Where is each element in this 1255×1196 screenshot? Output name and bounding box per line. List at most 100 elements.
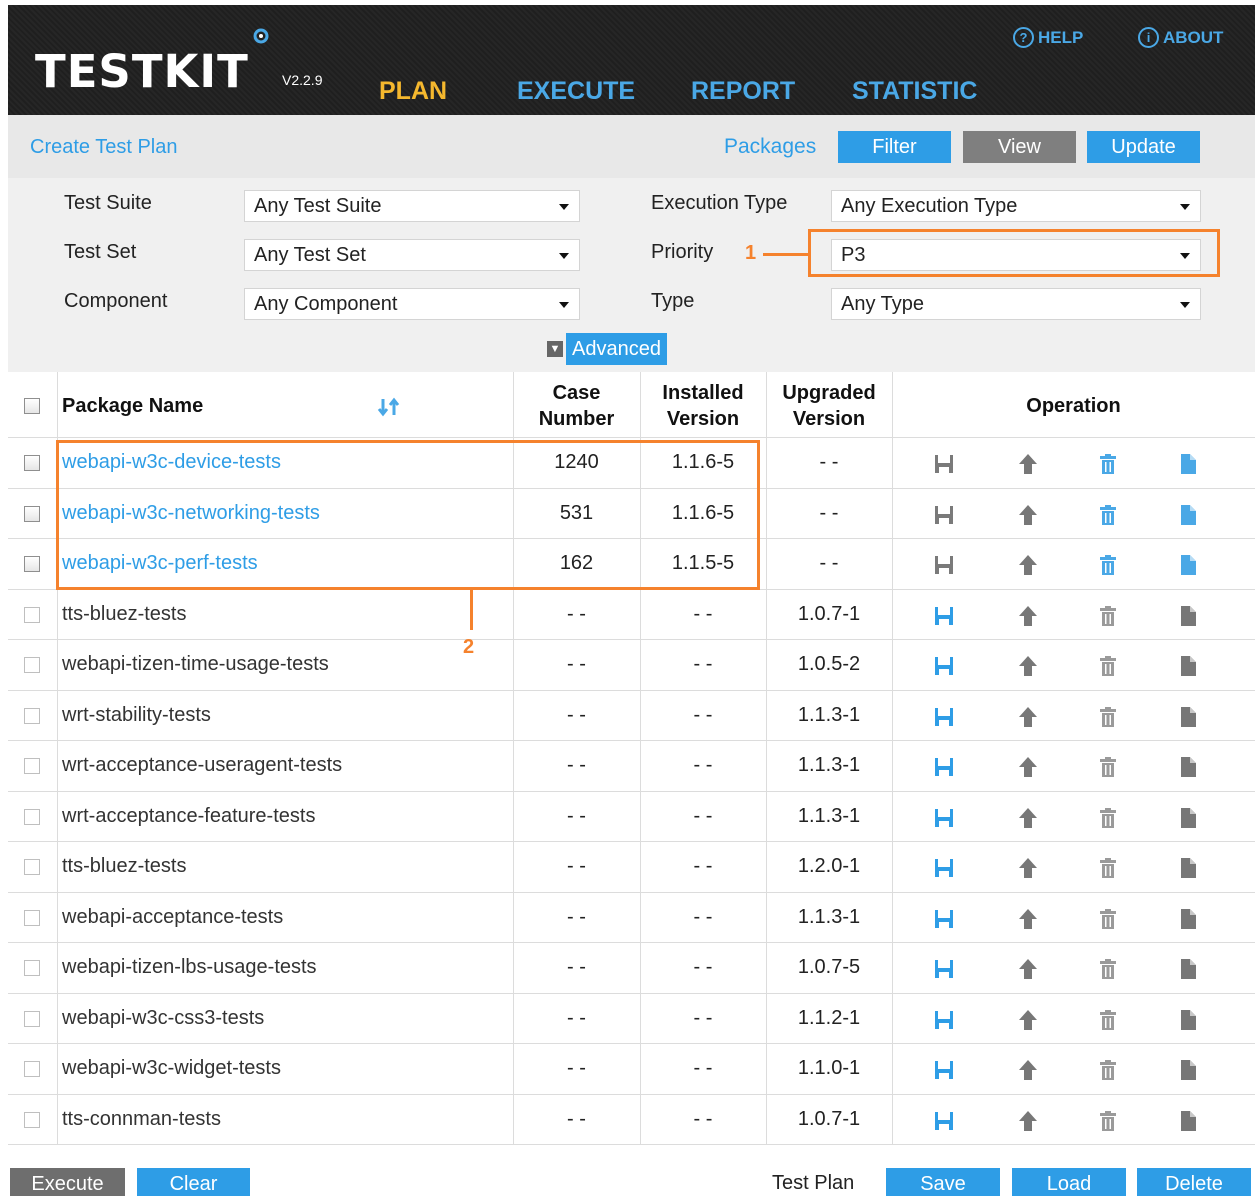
row-checkbox[interactable] xyxy=(24,1010,40,1027)
trash-icon[interactable] xyxy=(1096,705,1120,729)
row-checkbox[interactable] xyxy=(24,657,40,673)
document-icon[interactable] xyxy=(1176,452,1200,476)
install-icon[interactable] xyxy=(932,755,956,779)
trash-icon[interactable] xyxy=(1096,1109,1120,1133)
sort-icon[interactable] xyxy=(377,397,401,417)
row-checkbox[interactable] xyxy=(24,808,40,825)
document-icon[interactable] xyxy=(1176,553,1200,577)
install-icon[interactable] xyxy=(932,654,956,678)
upgrade-icon[interactable] xyxy=(1016,755,1040,779)
install-icon[interactable] xyxy=(932,604,956,628)
document-icon[interactable] xyxy=(1176,654,1200,678)
create-test-plan-link[interactable]: Create Test Plan xyxy=(30,136,178,159)
install-icon[interactable] xyxy=(932,1058,956,1082)
install-icon[interactable] xyxy=(932,503,956,527)
row-checkbox[interactable] xyxy=(24,455,40,471)
filter-button[interactable]: Filter xyxy=(838,131,951,163)
nav-execute[interactable]: EXECUTE xyxy=(517,77,635,106)
upgrade-icon[interactable] xyxy=(1016,553,1040,577)
upgrade-icon[interactable] xyxy=(1016,806,1040,830)
row-checkbox[interactable] xyxy=(24,909,40,926)
install-icon[interactable] xyxy=(932,806,956,830)
advanced-toggle[interactable]: ▼ Advanced xyxy=(547,333,667,365)
upgrade-icon[interactable] xyxy=(1016,1008,1040,1032)
view-button[interactable]: View xyxy=(963,131,1076,163)
document-icon[interactable] xyxy=(1176,755,1200,779)
document-icon[interactable] xyxy=(1176,604,1200,628)
test-set-select[interactable]: Any Test Set xyxy=(244,239,580,271)
upgrade-icon[interactable] xyxy=(1016,604,1040,628)
trash-icon[interactable] xyxy=(1096,907,1120,931)
nav-plan[interactable]: PLAN xyxy=(379,77,447,106)
table-row[interactable]: wrt-acceptance-useragent-tests - - - - 1.1.… xyxy=(8,741,1255,792)
type-select[interactable]: Any Type xyxy=(831,288,1201,320)
component-select[interactable]: Any Component xyxy=(244,288,580,320)
install-icon[interactable] xyxy=(932,907,956,931)
install-icon[interactable] xyxy=(932,957,956,981)
load-plan-button[interactable]: Load xyxy=(1012,1168,1126,1196)
row-checkbox[interactable] xyxy=(24,606,40,623)
upgrade-icon[interactable] xyxy=(1016,957,1040,981)
trash-icon[interactable] xyxy=(1096,503,1120,527)
install-icon[interactable] xyxy=(932,856,956,880)
install-icon[interactable] xyxy=(932,553,956,577)
trash-icon[interactable] xyxy=(1096,755,1120,779)
row-checkbox[interactable] xyxy=(24,556,40,572)
trash-icon[interactable] xyxy=(1096,957,1120,981)
test-suite-select[interactable]: Any Test Suite xyxy=(244,190,580,222)
clear-button[interactable]: Clear xyxy=(137,1168,250,1196)
table-row[interactable]: tts-bluez-tests - - - - 1.2.0-1 xyxy=(8,842,1255,893)
update-button[interactable]: Update xyxy=(1087,131,1200,163)
trash-icon[interactable] xyxy=(1096,806,1120,830)
upgrade-icon[interactable] xyxy=(1016,503,1040,527)
row-checkbox[interactable] xyxy=(24,859,40,875)
trash-icon[interactable] xyxy=(1096,452,1120,476)
document-icon[interactable] xyxy=(1176,1058,1200,1082)
upgrade-icon[interactable] xyxy=(1016,907,1040,931)
trash-icon[interactable] xyxy=(1096,856,1120,880)
trash-icon[interactable] xyxy=(1096,654,1120,678)
execution-type-select[interactable]: Any Execution Type xyxy=(831,190,1201,222)
row-checkbox[interactable] xyxy=(24,1061,40,1077)
document-icon[interactable] xyxy=(1176,1109,1200,1133)
document-icon[interactable] xyxy=(1176,503,1200,527)
nav-statistic[interactable]: STATISTIC xyxy=(852,77,977,106)
document-icon[interactable] xyxy=(1176,806,1200,830)
execute-button[interactable]: Execute xyxy=(10,1168,125,1196)
trash-icon[interactable] xyxy=(1096,553,1120,577)
trash-icon[interactable] xyxy=(1096,1008,1120,1032)
document-icon[interactable] xyxy=(1176,856,1200,880)
save-plan-button[interactable]: Save xyxy=(886,1168,1000,1196)
row-checkbox[interactable] xyxy=(24,758,40,774)
help-link[interactable]: ? HELP xyxy=(1013,27,1083,48)
table-row[interactable]: webapi-w3c-widget-tests - - - - 1.1.0-1 xyxy=(8,1044,1255,1095)
document-icon[interactable] xyxy=(1176,1008,1200,1032)
delete-plan-button[interactable]: Delete xyxy=(1137,1168,1251,1196)
table-row[interactable]: webapi-tizen-time-usage-tests - - - - 1.0.5… xyxy=(8,640,1255,691)
trash-icon[interactable] xyxy=(1096,1058,1120,1082)
upgrade-icon[interactable] xyxy=(1016,452,1040,476)
upgrade-icon[interactable] xyxy=(1016,1058,1040,1082)
install-icon[interactable] xyxy=(932,1109,956,1133)
document-icon[interactable] xyxy=(1176,957,1200,981)
install-icon[interactable] xyxy=(932,452,956,476)
table-row[interactable]: wrt-acceptance-feature-tests - - - - 1.1.3-… xyxy=(8,792,1255,842)
table-row[interactable]: webapi-w3c-css3-tests - - - - 1.1.2-1 xyxy=(8,994,1255,1044)
row-checkbox[interactable] xyxy=(24,505,40,522)
upgrade-icon[interactable] xyxy=(1016,856,1040,880)
row-checkbox[interactable] xyxy=(24,707,40,724)
table-row[interactable]: wrt-stability-tests - - - - 1.1.3-1 xyxy=(8,691,1255,741)
install-icon[interactable] xyxy=(932,705,956,729)
trash-icon[interactable] xyxy=(1096,604,1120,628)
upgrade-icon[interactable] xyxy=(1016,705,1040,729)
row-checkbox[interactable] xyxy=(24,960,40,976)
table-row[interactable]: tts-connman-tests - - - - 1.0.7-1 xyxy=(8,1095,1255,1145)
select-all-checkbox[interactable] xyxy=(24,398,40,414)
row-checkbox[interactable] xyxy=(24,1111,40,1128)
about-link[interactable]: i ABOUT xyxy=(1138,27,1223,48)
table-row[interactable]: tts-bluez-tests - - - - 1.0.7-1 xyxy=(8,590,1255,640)
table-row[interactable]: webapi-tizen-lbs-usage-tests - - - - 1.0.7-… xyxy=(8,943,1255,994)
upgrade-icon[interactable] xyxy=(1016,1109,1040,1133)
upgrade-icon[interactable] xyxy=(1016,654,1040,678)
nav-report[interactable]: REPORT xyxy=(691,77,795,106)
